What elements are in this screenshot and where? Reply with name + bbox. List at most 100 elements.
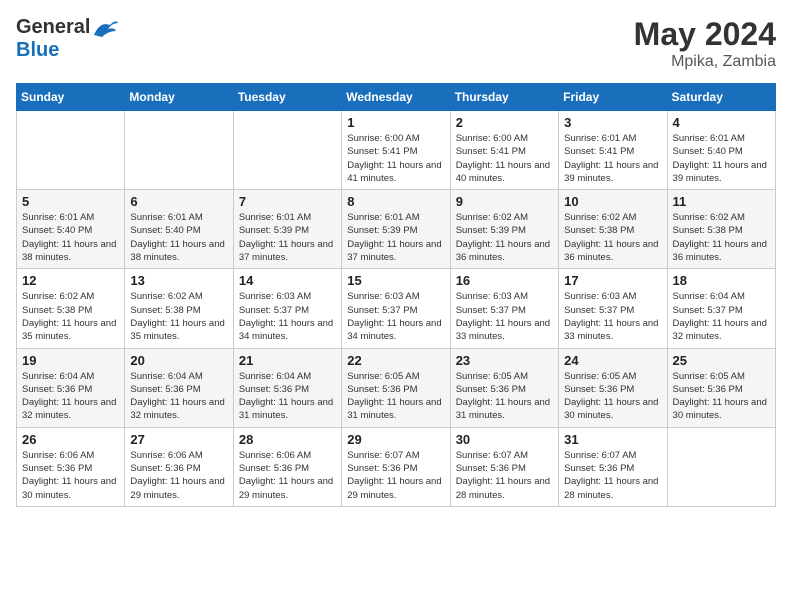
weekday-header-monday: Monday: [125, 84, 233, 111]
page-header: General Blue May 2024 Mpika, Zambia: [16, 16, 776, 71]
day-info: Sunrise: 6:07 AM Sunset: 5:36 PM Dayligh…: [347, 449, 444, 502]
calendar-cell: 22 Sunrise: 6:05 AM Sunset: 5:36 PM Dayli…: [342, 348, 450, 427]
calendar-cell: [125, 111, 233, 190]
logo: General Blue: [16, 16, 120, 62]
week-row-5: 26Sunrise: 6:06 AM Sunset: 5:36 PM Dayli…: [17, 427, 776, 506]
day-info: Sunrise: 6:01 AM Sunset: 5:40 PM Dayligh…: [130, 211, 227, 264]
calendar-cell: 3 Sunrise: 6:01 AM Sunset: 5:41 PM Daylig…: [559, 111, 667, 190]
day-number: 17: [564, 273, 661, 288]
calendar-cell: [233, 111, 341, 190]
day-info: Sunrise: 6:04 AM Sunset: 5:37 PM Dayligh…: [673, 290, 770, 343]
week-row-3: 12Sunrise: 6:02 AM Sunset: 5:38 PM Dayli…: [17, 269, 776, 348]
calendar-cell: 21 Sunrise: 6:04 AM Sunset: 5:36 PM Dayli…: [233, 348, 341, 427]
day-info: Sunrise: 6:07 AM Sunset: 5:36 PM Dayligh…: [456, 449, 553, 502]
calendar-cell: 6Sunrise: 6:01 AM Sunset: 5:40 PM Daylig…: [125, 190, 233, 269]
day-info: Sunrise: 6:04 AM Sunset: 5:36 PM Dayligh…: [22, 370, 119, 423]
calendar-cell: 28 Sunrise: 6:06 AM Sunset: 5:36 PM Dayli…: [233, 427, 341, 506]
day-info: Sunrise: 6:06 AM Sunset: 5:36 PM Dayligh…: [22, 449, 119, 502]
day-info: Sunrise: 6:02 AM Sunset: 5:39 PM Dayligh…: [456, 211, 553, 264]
day-info: Sunrise: 6:02 AM Sunset: 5:38 PM Dayligh…: [22, 290, 119, 343]
calendar-cell: 15Sunrise: 6:03 AM Sunset: 5:37 PM Dayli…: [342, 269, 450, 348]
day-info: Sunrise: 6:06 AM Sunset: 5:36 PM Dayligh…: [239, 449, 336, 502]
day-info: Sunrise: 6:01 AM Sunset: 5:39 PM Dayligh…: [239, 211, 336, 264]
day-info: Sunrise: 6:00 AM Sunset: 5:41 PM Dayligh…: [347, 132, 444, 185]
day-info: Sunrise: 6:03 AM Sunset: 5:37 PM Dayligh…: [564, 290, 661, 343]
day-info: Sunrise: 6:03 AM Sunset: 5:37 PM Dayligh…: [239, 290, 336, 343]
day-info: Sunrise: 6:03 AM Sunset: 5:37 PM Dayligh…: [456, 290, 553, 343]
day-info: Sunrise: 6:01 AM Sunset: 5:40 PM Dayligh…: [22, 211, 119, 264]
month-year-title: May 2024: [634, 16, 776, 53]
day-info: Sunrise: 6:01 AM Sunset: 5:40 PM Dayligh…: [673, 132, 770, 185]
calendar-cell: 17 Sunrise: 6:03 AM Sunset: 5:37 PM Dayli…: [559, 269, 667, 348]
calendar-cell: 31 Sunrise: 6:07 AM Sunset: 5:36 PM Dayli…: [559, 427, 667, 506]
calendar-cell: 30 Sunrise: 6:07 AM Sunset: 5:36 PM Dayli…: [450, 427, 558, 506]
day-number: 30: [456, 432, 553, 447]
calendar-cell: 25Sunrise: 6:05 AM Sunset: 5:36 PM Dayli…: [667, 348, 775, 427]
day-info: Sunrise: 6:02 AM Sunset: 5:38 PM Dayligh…: [564, 211, 661, 264]
day-number: 27: [130, 432, 227, 447]
calendar-cell: 29 Sunrise: 6:07 AM Sunset: 5:36 PM Dayli…: [342, 427, 450, 506]
day-number: 4: [673, 115, 770, 130]
day-info: Sunrise: 6:06 AM Sunset: 5:36 PM Dayligh…: [130, 449, 227, 502]
day-number: 28: [239, 432, 336, 447]
day-info: Sunrise: 6:05 AM Sunset: 5:36 PM Dayligh…: [564, 370, 661, 423]
calendar-cell: 9 Sunrise: 6:02 AM Sunset: 5:39 PM Daylig…: [450, 190, 558, 269]
day-number: 16: [456, 273, 553, 288]
day-number: 9: [456, 194, 553, 209]
weekday-header-tuesday: Tuesday: [233, 84, 341, 111]
week-row-4: 19 Sunrise: 6:04 AM Sunset: 5:36 PM Dayli…: [17, 348, 776, 427]
day-info: Sunrise: 6:04 AM Sunset: 5:36 PM Dayligh…: [130, 370, 227, 423]
calendar-cell: 5 Sunrise: 6:01 AM Sunset: 5:40 PM Daylig…: [17, 190, 125, 269]
day-info: Sunrise: 6:02 AM Sunset: 5:38 PM Dayligh…: [673, 211, 770, 264]
calendar-cell: 1 Sunrise: 6:00 AM Sunset: 5:41 PM Daylig…: [342, 111, 450, 190]
day-number: 11: [673, 194, 770, 209]
day-info: Sunrise: 6:05 AM Sunset: 5:36 PM Dayligh…: [673, 370, 770, 423]
logo-bird-icon: [92, 17, 120, 39]
day-number: 7: [239, 194, 336, 209]
location-subtitle: Mpika, Zambia: [634, 53, 776, 71]
day-number: 19: [22, 353, 119, 368]
day-number: 1: [347, 115, 444, 130]
calendar-table: SundayMondayTuesdayWednesdayThursdayFrid…: [16, 83, 776, 507]
day-info: Sunrise: 6:04 AM Sunset: 5:36 PM Dayligh…: [239, 370, 336, 423]
day-number: 29: [347, 432, 444, 447]
weekday-header-thursday: Thursday: [450, 84, 558, 111]
day-number: 10: [564, 194, 661, 209]
day-number: 31: [564, 432, 661, 447]
week-row-2: 5 Sunrise: 6:01 AM Sunset: 5:40 PM Daylig…: [17, 190, 776, 269]
calendar-cell: 4 Sunrise: 6:01 AM Sunset: 5:40 PM Daylig…: [667, 111, 775, 190]
day-number: 21: [239, 353, 336, 368]
title-block: May 2024 Mpika, Zambia: [634, 16, 776, 71]
logo-blue-text: Blue: [16, 39, 59, 62]
day-number: 20: [130, 353, 227, 368]
day-info: Sunrise: 6:05 AM Sunset: 5:36 PM Dayligh…: [347, 370, 444, 423]
day-info: Sunrise: 6:01 AM Sunset: 5:41 PM Dayligh…: [564, 132, 661, 185]
calendar-cell: 26Sunrise: 6:06 AM Sunset: 5:36 PM Dayli…: [17, 427, 125, 506]
calendar-cell: 8 Sunrise: 6:01 AM Sunset: 5:39 PM Daylig…: [342, 190, 450, 269]
day-info: Sunrise: 6:05 AM Sunset: 5:36 PM Dayligh…: [456, 370, 553, 423]
weekday-header-friday: Friday: [559, 84, 667, 111]
day-number: 14: [239, 273, 336, 288]
day-number: 22: [347, 353, 444, 368]
calendar-cell: 2 Sunrise: 6:00 AM Sunset: 5:41 PM Daylig…: [450, 111, 558, 190]
calendar-cell: 13Sunrise: 6:02 AM Sunset: 5:38 PM Dayli…: [125, 269, 233, 348]
day-number: 8: [347, 194, 444, 209]
week-row-1: 1 Sunrise: 6:00 AM Sunset: 5:41 PM Daylig…: [17, 111, 776, 190]
calendar-cell: 10 Sunrise: 6:02 AM Sunset: 5:38 PM Dayli…: [559, 190, 667, 269]
day-info: Sunrise: 6:00 AM Sunset: 5:41 PM Dayligh…: [456, 132, 553, 185]
day-info: Sunrise: 6:07 AM Sunset: 5:36 PM Dayligh…: [564, 449, 661, 502]
day-info: Sunrise: 6:01 AM Sunset: 5:39 PM Dayligh…: [347, 211, 444, 264]
calendar-cell: 7 Sunrise: 6:01 AM Sunset: 5:39 PM Daylig…: [233, 190, 341, 269]
day-number: 23: [456, 353, 553, 368]
calendar-cell: 27 Sunrise: 6:06 AM Sunset: 5:36 PM Dayli…: [125, 427, 233, 506]
day-info: Sunrise: 6:03 AM Sunset: 5:37 PM Dayligh…: [347, 290, 444, 343]
day-number: 2: [456, 115, 553, 130]
day-number: 3: [564, 115, 661, 130]
logo-general-text: General: [16, 16, 90, 39]
day-number: 24: [564, 353, 661, 368]
calendar-cell: 16 Sunrise: 6:03 AM Sunset: 5:37 PM Dayli…: [450, 269, 558, 348]
day-number: 5: [22, 194, 119, 209]
calendar-cell: 19 Sunrise: 6:04 AM Sunset: 5:36 PM Dayli…: [17, 348, 125, 427]
calendar-cell: 14 Sunrise: 6:03 AM Sunset: 5:37 PM Dayli…: [233, 269, 341, 348]
calendar-cell: 20 Sunrise: 6:04 AM Sunset: 5:36 PM Dayli…: [125, 348, 233, 427]
